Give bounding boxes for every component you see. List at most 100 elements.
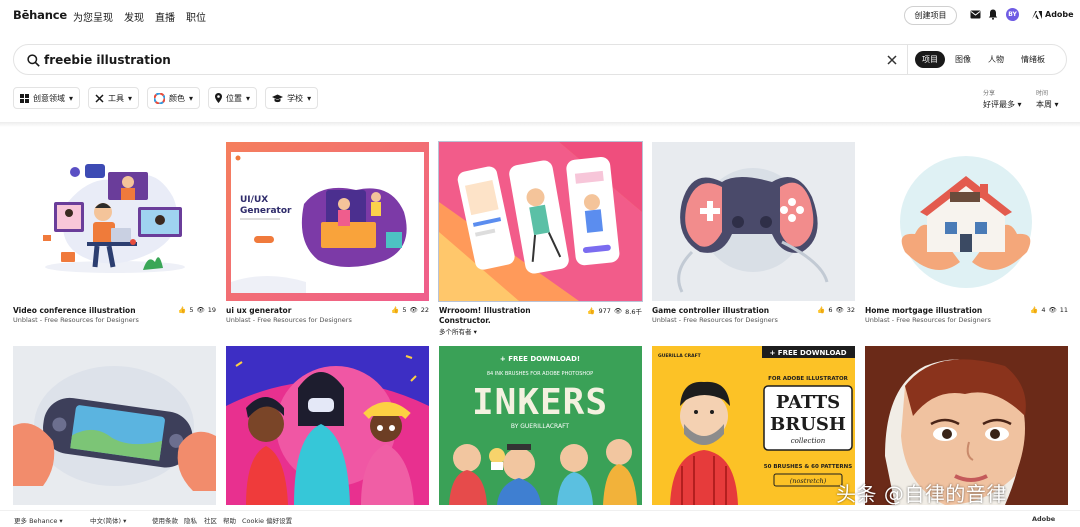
project-thumbnail-home-mortgage[interactable] [865, 142, 1068, 301]
create-project-button[interactable]: 创建项目 [904, 6, 957, 25]
adobe-label: Adobe [1045, 10, 1074, 19]
eye-icon: 👁 [613, 307, 623, 315]
chevron-down-icon: ▾ [189, 93, 194, 103]
project-title[interactable]: Wrrooom! Illustration Constructor. [439, 306, 579, 326]
nav-jobs[interactable]: 职位 [186, 9, 206, 24]
project-thumbnail-people-masks[interactable] [226, 346, 429, 505]
like-count: 5 [402, 306, 407, 314]
filter-label: 创意领域 [33, 93, 65, 103]
sort-value: 好评最多 [983, 100, 1015, 109]
tab-people[interactable]: 人物 [981, 51, 1011, 68]
patts-for-text: FOR ADOBE ILLUSTRATOR [768, 376, 848, 382]
patts-title-1: PATTS [776, 392, 840, 413]
tab-projects[interactable]: 项目 [915, 51, 945, 68]
footer-language-label: 中文(简体) [90, 517, 122, 525]
like-count: 977 [598, 307, 611, 315]
time-label: 时间 [1036, 90, 1049, 97]
chevron-down-icon: ▾ [473, 328, 477, 336]
search-input[interactable] [44, 53, 864, 67]
like-count: 4 [1041, 306, 1046, 314]
sort-dropdown[interactable]: 分享 好评最多 ▾ [983, 88, 1022, 110]
filter-school[interactable]: 学校 ▾ [265, 87, 319, 109]
view-count: 11 [1059, 306, 1068, 314]
view-count: 8.6千 [625, 308, 642, 316]
project-title[interactable]: Video conference illustration [13, 306, 136, 315]
bell-icon[interactable] [988, 9, 998, 20]
like-count: 6 [828, 306, 833, 314]
footer-cookie-prefs[interactable]: Cookie 偏好设置 [242, 515, 292, 525]
inkers-title: INKERS [472, 382, 608, 423]
time-dropdown[interactable]: 时间 本周 ▾ [1036, 88, 1059, 110]
view-count: 19 [207, 306, 216, 314]
grid-icon [20, 93, 29, 103]
footer-terms[interactable]: 使用条款 [152, 515, 178, 525]
project-thumbnail-patts-brush[interactable]: + FREE DOWNLOAD GUERILLA CRAFT FOR ADOBE… [652, 346, 855, 505]
project-owner[interactable]: Unblast - Free Resources for Designers [13, 316, 139, 324]
project-owner[interactable]: Unblast - Free Resources for Designers [865, 316, 991, 324]
project-owner[interactable]: Unblast - Free Resources for Designers [652, 316, 778, 324]
tab-moodboards[interactable]: 情绪板 [1014, 51, 1052, 68]
footer-more-behance[interactable]: 更多 Behance ▾ [14, 515, 63, 525]
footer-community[interactable]: 社区 [204, 515, 217, 525]
color-wheel-icon [154, 92, 166, 104]
project-thumbnail-inkers[interactable]: + FREE DOWNLOAD! 84 INK BRUSHES FOR ADOB… [439, 346, 642, 505]
uiux-title-text: UI/UX [240, 195, 268, 205]
view-count: 32 [846, 306, 855, 314]
project-thumbnail-game-controller[interactable] [652, 142, 855, 301]
multiple-owners-dropdown[interactable]: 多个所有者 ▾ [439, 326, 477, 336]
footer-privacy[interactable]: 隐私 [184, 515, 197, 525]
patts-title-3: collection [791, 437, 826, 445]
thumbs-up-icon: 👍 [817, 306, 826, 314]
thumbs-up-icon: 👍 [1030, 306, 1039, 314]
project-thumbnail-handheld-console[interactable] [13, 346, 216, 505]
view-count: 22 [420, 306, 429, 314]
project-stats: 👍 6 👁 32 [817, 306, 855, 314]
chevron-down-icon: ▾ [123, 517, 127, 525]
footer-help[interactable]: 帮助 [223, 515, 236, 525]
project-stats: 👍 977 👁 8.6千 [587, 306, 642, 316]
chevron-down-icon: ▾ [128, 93, 133, 103]
project-thumbnail-uiux-generator[interactable]: UI/UX Generator [226, 142, 429, 301]
behance-logo[interactable]: Bēhance [13, 8, 67, 22]
filter-shadow [0, 122, 1080, 127]
project-title[interactable]: Home mortgage illustration [865, 306, 982, 315]
footer: 更多 Behance ▾ 中文(简体) ▾ 使用条款 隐私 社区 帮助 Cook… [0, 510, 1080, 527]
inkers-subtitle: 84 INK BRUSHES FOR ADOBE PHOTOSHOP [487, 371, 593, 377]
chevron-down-icon: ▾ [1054, 100, 1059, 109]
filter-tools[interactable]: 工具 ▾ [88, 87, 140, 109]
location-pin-icon [215, 93, 223, 103]
project-thumbnail-video-conference[interactable] [13, 142, 216, 301]
filter-location[interactable]: 位置 ▾ [208, 87, 258, 109]
project-owner[interactable]: Unblast - Free Resources for Designers [226, 316, 352, 324]
tab-images[interactable]: 图像 [948, 51, 978, 68]
footer-language[interactable]: 中文(简体) ▾ [90, 515, 126, 525]
nav-livestream[interactable]: 直播 [155, 9, 175, 24]
nav-discover[interactable]: 发现 [124, 9, 144, 24]
project-stats: 👍 5 👁 22 [391, 306, 429, 314]
nav-for-you[interactable]: 为您呈现 [73, 9, 113, 24]
thumbs-up-icon: 👍 [587, 307, 596, 315]
adobe-link[interactable]: Adobe [1032, 10, 1074, 19]
project-thumbnail-wrrooom[interactable] [438, 141, 643, 302]
time-value: 本周 [1036, 100, 1052, 109]
like-count: 5 [189, 306, 194, 314]
filter-label: 位置 [226, 93, 243, 103]
filter-color[interactable]: 颜色 ▾ [147, 87, 201, 109]
adobe-logo-icon [1032, 10, 1042, 19]
project-title[interactable]: ui ux generator [226, 306, 291, 315]
patts-count-text: 50 BRUSHES & 60 PATTERNS [764, 464, 853, 470]
tools-icon [95, 93, 104, 103]
graduation-cap-icon [272, 94, 284, 102]
patts-title-2: BRUSH [770, 414, 846, 435]
avatar[interactable]: BY [1006, 8, 1019, 21]
top-nav: Bēhance 为您呈现 发现 直播 职位 创建项目 BY Adobe [0, 0, 1080, 32]
search-bar: 项目 图像 人物 情绪板 [13, 44, 1067, 75]
chevron-down-icon: ▾ [246, 93, 251, 103]
mail-icon[interactable] [970, 10, 981, 19]
eye-icon: 👁 [835, 306, 844, 314]
close-icon[interactable] [886, 54, 898, 66]
chevron-down-icon: ▾ [59, 517, 63, 525]
project-title[interactable]: Game controller illustration [652, 306, 769, 315]
filter-creative-field[interactable]: 创意领域 ▾ [13, 87, 81, 109]
footer-adobe-logo[interactable]: Adobe [1032, 515, 1055, 523]
